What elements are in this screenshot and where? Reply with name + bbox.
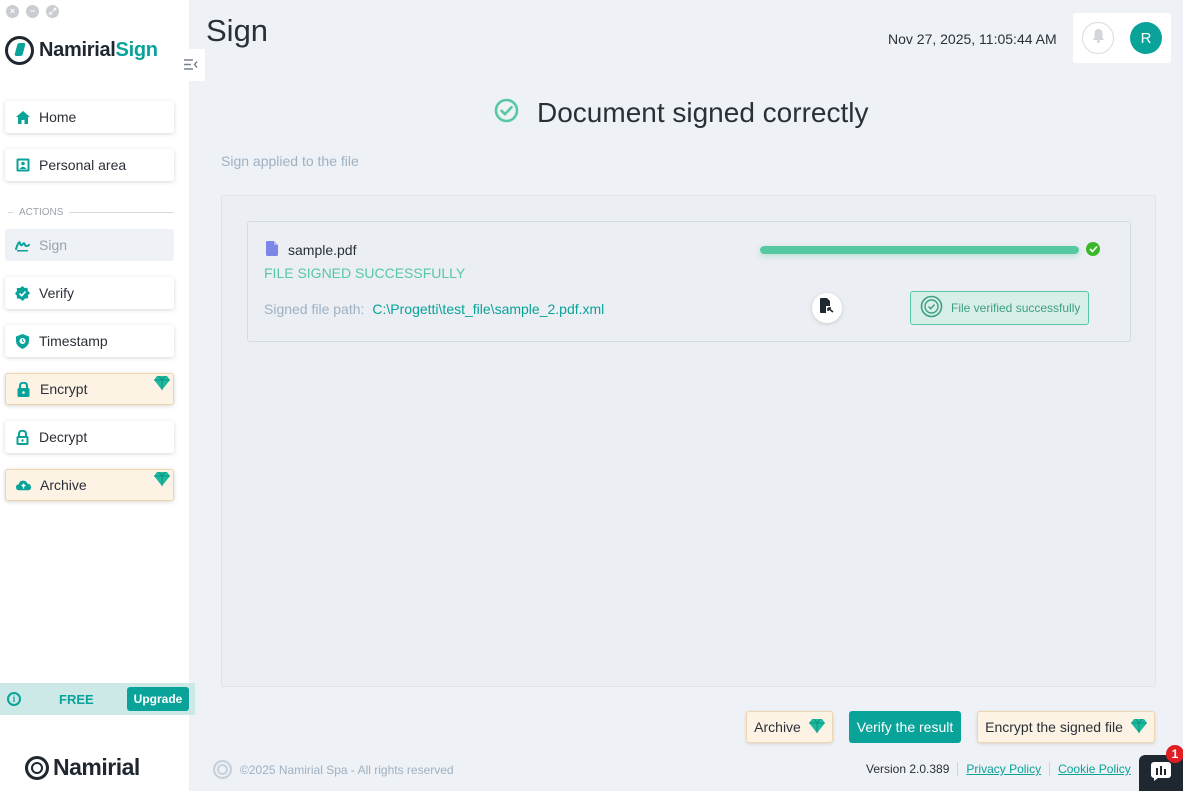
premium-diamond-icon — [154, 375, 170, 393]
sidebar-item-label: Decrypt — [39, 429, 88, 445]
verified-check-icon — [920, 295, 943, 321]
brand-name: Namirial — [53, 754, 140, 780]
sidebar-item-home[interactable]: Home — [5, 101, 174, 133]
current-datetime: Nov 27, 2025, 11:05:44 AM — [888, 31, 1057, 47]
notifications-button[interactable] — [1082, 22, 1114, 54]
verify-result-button[interactable]: Verify the result — [849, 711, 961, 743]
user-card: R — [1073, 13, 1171, 63]
user-avatar[interactable]: R — [1130, 22, 1162, 54]
signed-path-value[interactable]: C:\Progetti\test_file\sample_2.pdf.xml — [372, 301, 604, 317]
premium-diamond-icon — [1130, 718, 1147, 736]
sidebar: × − ⤢ NamirialSign Home Personal area AC… — [0, 0, 195, 791]
chat-icon — [1150, 761, 1172, 786]
minimize-window-button[interactable]: − — [26, 5, 39, 18]
file-result-card: sample.pdf FILE SIGNED SUCCESSFULLY Sign… — [247, 221, 1131, 342]
footer-copyright: ©2025 Namirial Spa - All rights reserved — [213, 760, 454, 779]
sign-progress-bar — [760, 246, 1079, 254]
verified-badge-icon — [15, 285, 30, 301]
file-status: FILE SIGNED SUCCESSFULLY — [264, 265, 466, 281]
maximize-window-button[interactable]: ⤢ — [46, 5, 59, 18]
copyright-text: ©2025 Namirial Spa - All rights reserved — [240, 762, 454, 777]
collapse-menu-icon — [184, 57, 198, 73]
page-title: Sign — [206, 13, 269, 48]
app-version: Version 2.0.389 — [866, 762, 959, 776]
info-icon[interactable]: i — [7, 692, 21, 706]
plan-label: FREE — [59, 691, 94, 707]
namirial-footer-logo-icon — [213, 760, 232, 779]
sidebar-item-label: Sign — [39, 237, 68, 253]
premium-diamond-icon — [808, 718, 825, 736]
sign-progress-fill — [760, 246, 1079, 254]
result-subtitle: Sign applied to the file — [221, 153, 359, 169]
progress-complete-check-icon — [1086, 242, 1100, 256]
namirial-logo-icon — [25, 755, 49, 780]
sidebar-item-encrypt[interactable]: Encrypt — [5, 373, 174, 405]
sidebar-item-archive[interactable]: Archive — [5, 469, 174, 501]
footer-links: Version 2.0.389 Privacy Policy Cookie Po… — [866, 762, 1139, 776]
file-verified-badge[interactable]: File verified successfully — [910, 291, 1089, 325]
file-open-icon — [820, 298, 834, 318]
sidebar-item-verify[interactable]: Verify — [5, 277, 174, 309]
open-file-location-button[interactable] — [812, 293, 842, 323]
logo-brand: Namirial — [39, 39, 116, 61]
sidebar-item-label: Personal area — [39, 157, 127, 173]
sidebar-item-decrypt[interactable]: Decrypt — [5, 421, 174, 453]
result-panel: sample.pdf FILE SIGNED SUCCESSFULLY Sign… — [221, 195, 1156, 687]
sidebar-item-label: Encrypt — [40, 381, 88, 397]
sidebar-item-label: Home — [39, 109, 77, 125]
section-label-actions: ACTIONS — [8, 207, 174, 218]
person-card-icon — [15, 158, 30, 173]
file-document-icon — [266, 241, 278, 259]
result-title: Document signed correctly — [537, 97, 869, 128]
section-divider — [8, 212, 13, 213]
cloud-upload-icon — [16, 478, 31, 493]
namirial-sign-logo-icon — [5, 36, 34, 65]
success-check-icon — [494, 98, 519, 128]
window-controls: × − ⤢ — [6, 5, 59, 18]
lock-icon — [16, 381, 31, 397]
sidebar-item-sign[interactable]: Sign — [5, 229, 174, 261]
sidebar-item-label: Verify — [39, 285, 75, 301]
sidebar-item-label: Archive — [40, 477, 87, 493]
collapse-sidebar-button[interactable] — [177, 49, 205, 81]
encrypt-button-label: Encrypt the signed file — [985, 719, 1123, 735]
section-divider — [69, 212, 174, 213]
sidebar-item-label: Timestamp — [39, 333, 108, 349]
archive-button-label: Archive — [754, 719, 801, 735]
namirial-brand-footer: Namirial — [25, 754, 140, 781]
section-label-text: ACTIONS — [19, 207, 64, 218]
app-logo: NamirialSign — [5, 36, 158, 65]
chat-notification-badge: 1 — [1166, 745, 1183, 763]
upgrade-button[interactable]: Upgrade — [127, 687, 189, 711]
result-header: Document signed correctly — [494, 97, 868, 129]
cookie-policy-link[interactable]: Cookie Policy — [1050, 762, 1139, 776]
home-icon — [15, 110, 30, 125]
bell-icon — [1092, 28, 1105, 48]
file-name-row: sample.pdf — [266, 241, 356, 259]
signed-path-label: Signed file path: — [264, 301, 365, 317]
plan-bar: i FREE Upgrade — [0, 683, 195, 715]
sidebar-item-timestamp[interactable]: Timestamp — [5, 325, 174, 357]
sidebar-item-personal-area[interactable]: Personal area — [5, 149, 174, 181]
unlock-icon — [15, 429, 30, 445]
logo-text: NamirialSign — [39, 39, 158, 62]
privacy-policy-link[interactable]: Privacy Policy — [958, 762, 1051, 776]
shield-clock-icon — [15, 333, 30, 349]
signed-path-row: Signed file path: C:\Progetti\test_file\… — [264, 301, 604, 317]
encrypt-signed-file-button[interactable]: Encrypt the signed file — [977, 711, 1155, 743]
logo-accent: Sign — [115, 39, 158, 61]
premium-diamond-icon — [154, 471, 170, 489]
signature-icon — [15, 238, 30, 253]
archive-button[interactable]: Archive — [746, 711, 833, 743]
close-window-button[interactable]: × — [6, 5, 19, 18]
verified-label: File verified successfully — [951, 301, 1081, 315]
file-name: sample.pdf — [288, 242, 357, 258]
